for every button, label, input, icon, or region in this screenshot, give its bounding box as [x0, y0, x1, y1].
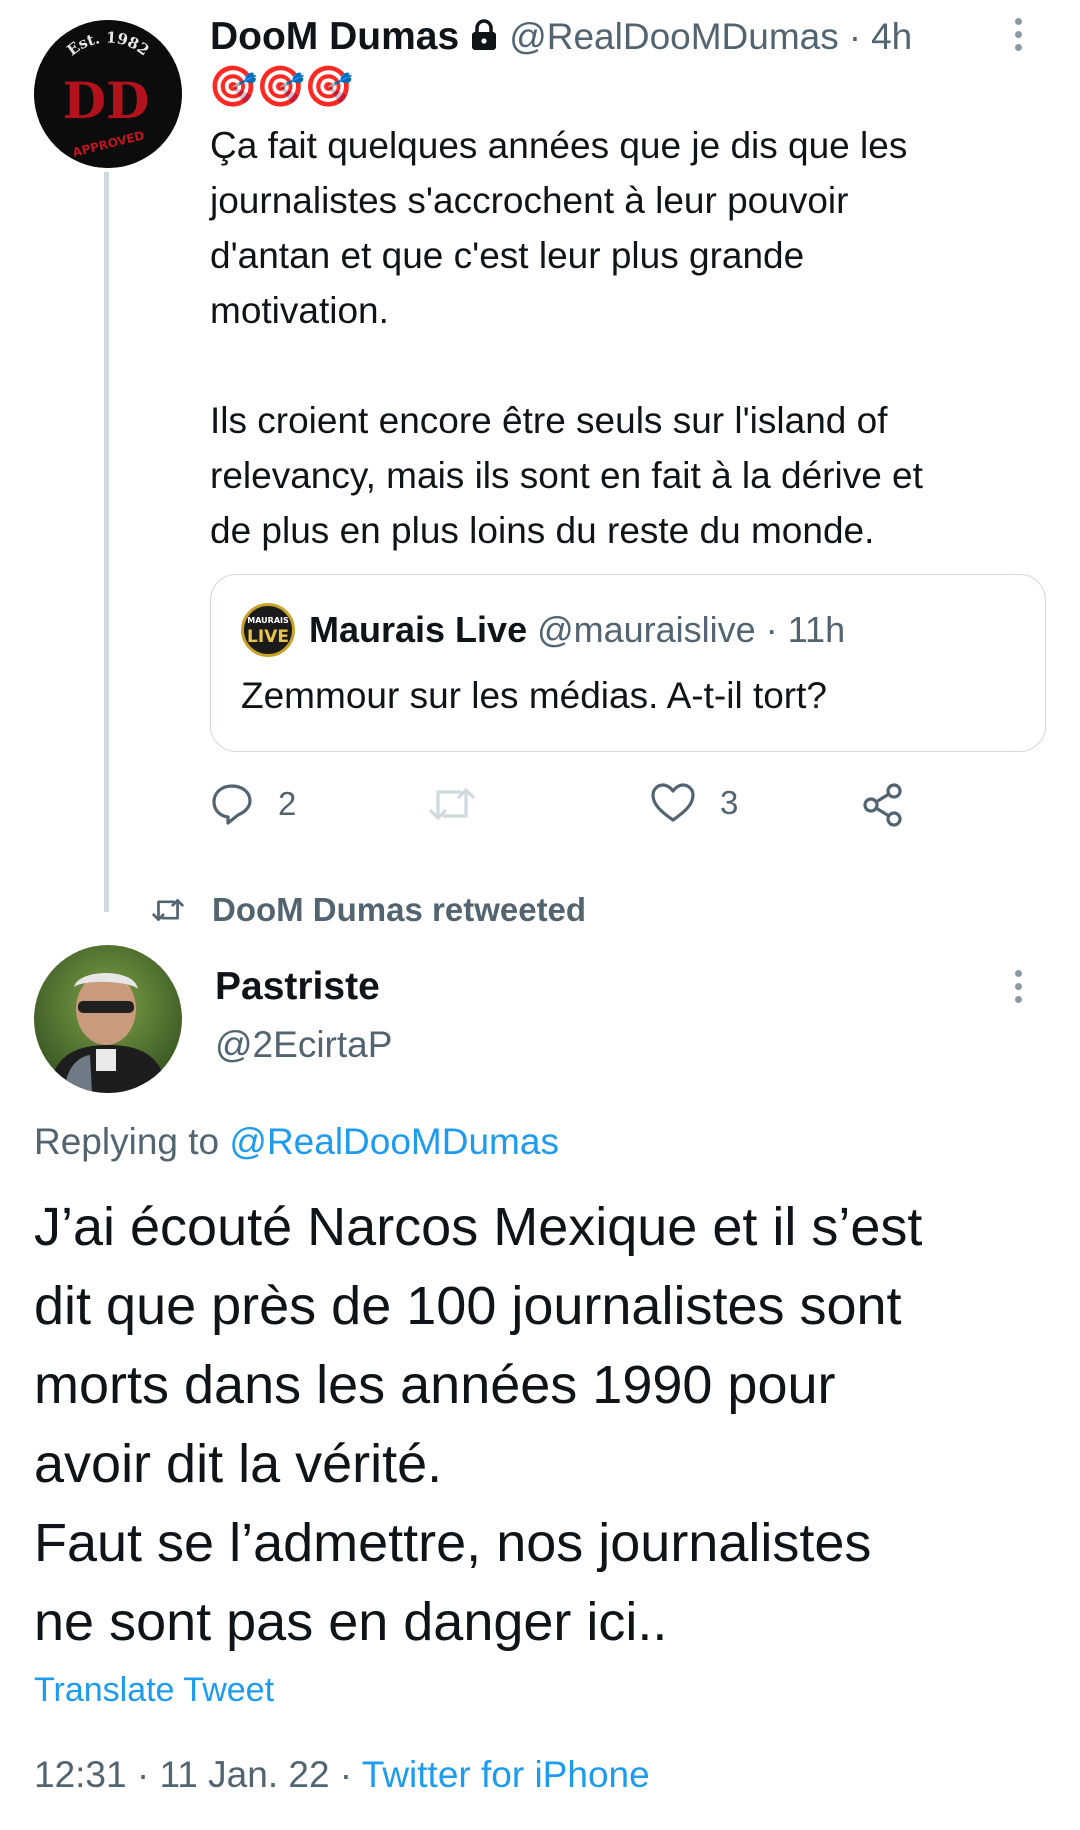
tweet-timestamp: 12:31 · 11 Jan. 22 · — [34, 1754, 353, 1795]
pastriste-avatar-photo — [34, 945, 182, 1093]
replying-to-label: Replying to — [34, 1121, 220, 1162]
author-name[interactable]: DooM Dumas — [210, 15, 459, 59]
doom-dumas-avatar[interactable]: Est. 1982 DD APPROVED — [34, 20, 182, 168]
reply-count: 2 — [278, 785, 297, 822]
more-options-icon[interactable] — [1013, 18, 1023, 57]
more-options-icon[interactable] — [1013, 970, 1023, 1009]
like-button[interactable]: 3 — [650, 782, 738, 824]
maurais-live-avatar: MAURAIS LIVE — [241, 603, 295, 657]
tweet-time[interactable]: 4h — [871, 16, 912, 58]
target-emojis: 🎯🎯🎯 — [208, 65, 353, 109]
reply-button[interactable]: 2 — [210, 782, 296, 826]
svg-text:LIVE: LIVE — [247, 627, 289, 647]
replying-to-line: Replying to @RealDooMDumas — [34, 1117, 559, 1167]
retweet-small-icon — [152, 899, 184, 921]
retweeted-label[interactable]: DooM Dumas retweeted — [212, 891, 586, 929]
doom-dumas-avatar-graphic: Est. 1982 DD APPROVED — [34, 20, 182, 168]
heart-icon — [651, 783, 695, 822]
share-button[interactable] — [860, 782, 906, 828]
dot-separator: · — [765, 609, 778, 650]
quote-author-handle[interactable]: @mauraislive — [537, 609, 756, 651]
quote-time[interactable]: 11h — [788, 609, 845, 651]
replying-to-handle-link[interactable]: @RealDooMDumas — [229, 1121, 559, 1162]
quote-header: Maurais Live @mauraislive · 11h — [309, 603, 845, 657]
retweeted-indicator: DooM Dumas retweeted — [150, 888, 586, 932]
like-count: 3 — [720, 784, 739, 821]
tweet2-text: J’ai écouté Narcos Mexique et il s’est d… — [34, 1197, 923, 1652]
pastriste-author-handle[interactable]: @2EcirtaP — [215, 1020, 392, 1070]
retweet-button[interactable] — [428, 782, 476, 826]
retweet-icon — [429, 788, 475, 820]
svg-text:MAURAIS: MAURAIS — [247, 616, 289, 625]
protected-lock-icon — [469, 18, 499, 57]
quote-author-name[interactable]: Maurais Live — [309, 609, 527, 651]
share-icon — [863, 783, 902, 827]
tweet-source-link[interactable]: Twitter for iPhone — [362, 1754, 650, 1795]
quoted-tweet-card[interactable]: MAURAIS LIVE Maurais Live @mauraislive ·… — [210, 574, 1046, 752]
thread-connector-line — [104, 172, 109, 912]
tweet1-header: DooM Dumas @RealDooMDumas · 4h — [210, 12, 912, 62]
author-handle[interactable]: @RealDooMDumas — [509, 16, 839, 58]
pastriste-avatar[interactable] — [34, 945, 182, 1093]
pastriste-author-name[interactable]: Pastriste — [215, 962, 380, 1012]
svg-text:DD: DD — [63, 71, 150, 130]
tweet1-text: Ça fait quelques années que je dis que l… — [210, 125, 923, 551]
reply-icon — [212, 784, 252, 825]
quote-text: Zemmour sur les médias. A-t-il tort? — [241, 675, 827, 716]
dot-separator: · — [848, 16, 862, 57]
translate-tweet-link[interactable]: Translate Tweet — [34, 1665, 274, 1715]
tweet-metadata-line: 12:31 · 11 Jan. 22 · Twitter for iPhone — [34, 1750, 650, 1800]
